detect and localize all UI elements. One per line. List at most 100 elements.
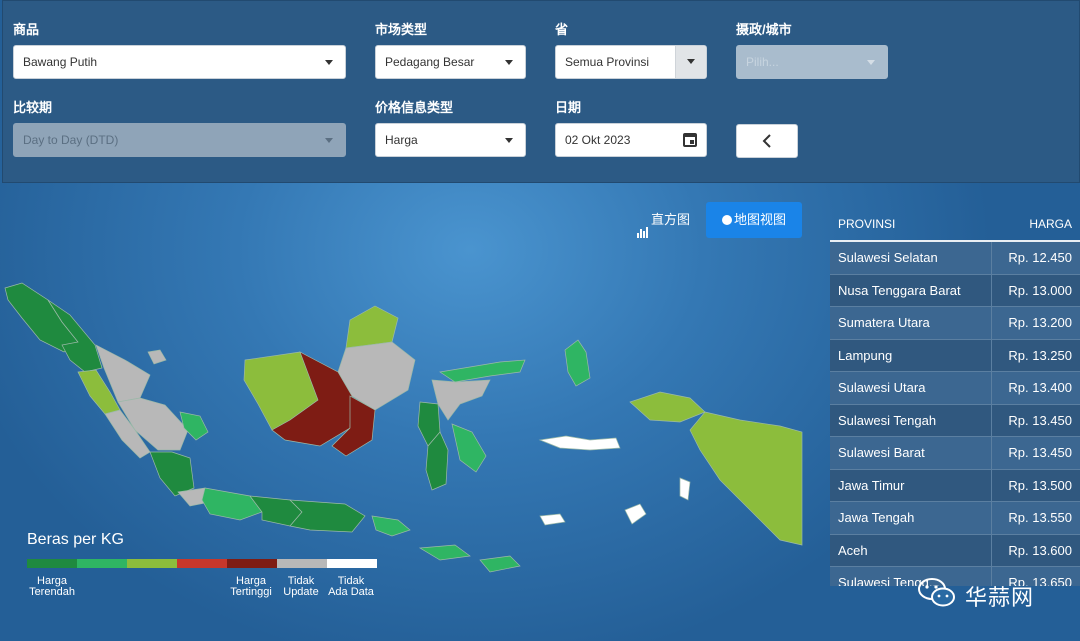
legend-title: Beras per KG — [27, 531, 124, 548]
chevron-down-icon — [505, 60, 513, 65]
price-info-type-select[interactable]: Harga — [375, 123, 526, 157]
region-ntt-sumba — [479, 555, 521, 573]
commodity-value: Bawang Putih — [23, 55, 98, 69]
date-value: 02 Okt 2023 — [565, 133, 631, 147]
region-ntt-timor — [539, 513, 566, 526]
legend-color-bar — [27, 559, 377, 568]
table-row[interactable]: Jawa Timur Rp. 13.500 — [830, 469, 1080, 502]
province-cell: Sulawesi Barat — [830, 437, 992, 469]
table-row[interactable]: Sulawesi Selatan Rp. 12.450 — [830, 242, 1080, 275]
price-cell: Rp. 13.000 — [1008, 282, 1072, 298]
price-info-type-label: 价格信息类型 — [375, 100, 454, 115]
region-papua-barat — [629, 391, 706, 423]
chevron-down-icon — [687, 59, 695, 64]
province-select[interactable]: Semua Provinsi — [555, 45, 707, 79]
region-maluku — [538, 435, 621, 451]
region-lampung — [149, 451, 195, 497]
calendar-icon[interactable] — [683, 133, 697, 147]
province-cell: Sumatera Utara — [830, 307, 992, 339]
commodity-select[interactable]: Bawang Putih — [13, 45, 346, 79]
price-info-type-value: Harga — [385, 133, 418, 147]
region-sulawesi-tengah — [431, 379, 491, 421]
price-cell: Rp. 13.400 — [1008, 380, 1072, 395]
watermark: 华蒜网 — [917, 573, 1057, 613]
chevron-down-icon — [867, 60, 875, 65]
regency-label: 摄政/城市 — [736, 22, 792, 37]
table-row[interactable]: Jawa Tengah Rp. 13.550 — [830, 502, 1080, 535]
price-cell: Rp. 13.450 — [1008, 412, 1072, 428]
chevron-left-icon — [762, 134, 771, 148]
province-label: 省 — [555, 22, 569, 37]
province-cell: Lampung — [830, 339, 992, 371]
table-row[interactable]: Sulawesi Utara Rp. 13.400 — [830, 372, 1080, 405]
province-cell: Sulawesi Utara — [830, 372, 992, 404]
chevron-down-icon — [325, 138, 333, 143]
price-cell: Rp. 13.550 — [1008, 510, 1072, 525]
table-row[interactable]: Nusa Tenggara Barat Rp. 13.000 — [830, 274, 1080, 307]
region-papua — [689, 411, 803, 546]
histogram-view-button[interactable]: 直方图 — [627, 203, 700, 238]
market-type-value: Pedagang Besar — [385, 55, 475, 69]
header-price: HARGA — [1029, 217, 1072, 231]
chevron-down-icon — [325, 60, 333, 65]
table-header: PROVINSI HARGA — [830, 208, 1080, 242]
wechat-icon — [918, 578, 955, 607]
market-type-select[interactable]: Pedagang Besar — [375, 45, 526, 79]
date-label: 日期 — [555, 100, 582, 115]
regency-placeholder: Pilih... — [746, 55, 779, 69]
price-cell: Rp. 13.450 — [1008, 445, 1072, 460]
price-cell: Rp. 13.500 — [1008, 477, 1072, 493]
commodity-label: 商品 — [13, 22, 40, 37]
table-row[interactable]: Lampung Rp. 13.250 — [830, 339, 1080, 372]
legend-swatch-3 — [127, 559, 177, 568]
map-view-button[interactable]: 地图视图 — [706, 202, 802, 238]
region-maluku-utara — [564, 339, 591, 387]
table-row[interactable]: Sulawesi Tengah Rp. 13.450 — [830, 404, 1080, 437]
region-ntt-flores — [418, 544, 471, 561]
table-row[interactable]: Sulawesi Barat Rp. 13.450 — [830, 437, 1080, 470]
chevron-down-icon — [505, 138, 513, 143]
legend-swatch-6 — [277, 559, 327, 568]
region-kepri — [147, 349, 167, 365]
province-cell: Aceh — [830, 534, 992, 566]
market-type-label: 市场类型 — [375, 22, 428, 37]
province-cell: Sulawesi Selatan — [830, 242, 992, 274]
price-cell: Rp. 12.450 — [1008, 250, 1072, 265]
globe-icon — [721, 215, 732, 225]
region-maluku-islands — [679, 477, 691, 501]
province-value: Semua Provinsi — [565, 55, 650, 69]
bar-chart-icon — [636, 204, 649, 238]
watermark-text: 华蒜网 — [965, 585, 1035, 610]
comparison-select[interactable]: Day to Day (DTD) — [13, 123, 346, 157]
table-row[interactable]: Sumatera Utara Rp. 13.200 — [830, 307, 1080, 340]
price-cell: Rp. 13.250 — [1008, 347, 1072, 363]
region-sulawesi-utara — [439, 359, 526, 383]
date-input[interactable]: 02 Okt 2023 — [555, 123, 707, 157]
province-cell: Nusa Tenggara Barat — [830, 274, 992, 306]
legend-label-no-data: Tidak Ada Data — [328, 575, 374, 598]
table-row[interactable]: Aceh Rp. 13.600 — [830, 534, 1080, 567]
legend-swatch-5 — [227, 559, 277, 568]
province-cell: Jawa Tengah — [830, 502, 992, 534]
region-jawa-timur — [289, 499, 366, 533]
province-price-table[interactable]: PROVINSI HARGA Sulawesi Selatan Rp. 12.45… — [830, 208, 1080, 586]
region-jawa-barat — [201, 487, 263, 521]
regency-select[interactable]: Pilih... — [736, 45, 888, 79]
region-sulawesi-tenggara — [451, 423, 487, 473]
region-ntt-timor-east — [624, 503, 647, 525]
legend-swatch-7 — [327, 559, 377, 568]
histogram-view-label: 直方图 — [650, 212, 690, 227]
comparison-value: Day to Day (DTD) — [23, 133, 119, 147]
region-bali-ntb — [371, 515, 411, 537]
filter-panel: 商品 Bawang Putih 市场类型 Pedagang Besar 省 Se… — [2, 0, 1080, 183]
header-province: PROVINSI — [838, 217, 896, 231]
province-cell: Sulawesi Tengah — [830, 404, 992, 436]
price-cell: Rp. 13.600 — [1008, 542, 1072, 558]
comparison-label: 比较期 — [13, 100, 53, 115]
table-body: Sulawesi Selatan Rp. 12.450 Nusa Tenggara … — [830, 242, 1080, 586]
province-cell: Jawa Timur — [830, 469, 992, 501]
legend-swatch-2 — [77, 559, 127, 568]
map-view-label: 地图视图 — [733, 212, 786, 227]
legend-swatch-4 — [177, 559, 227, 568]
back-button[interactable] — [736, 124, 798, 158]
